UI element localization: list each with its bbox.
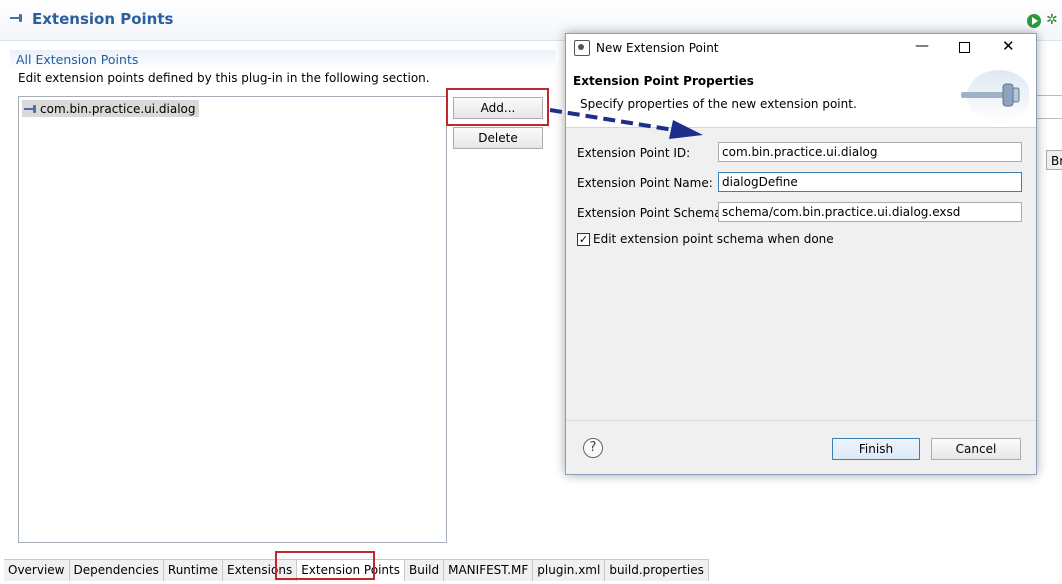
extension-point-icon bbox=[10, 13, 24, 23]
background-field-edge bbox=[1037, 118, 1062, 119]
extension-points-tree[interactable] bbox=[18, 96, 447, 543]
tab-build-properties[interactable]: build.properties bbox=[605, 560, 709, 581]
extension-point-id-field[interactable] bbox=[718, 142, 1022, 162]
edit-schema-checkbox-label[interactable]: Edit extension point schema when done bbox=[593, 232, 834, 246]
tab-dependencies[interactable]: Dependencies bbox=[69, 560, 164, 581]
dialog-title: New Extension Point bbox=[596, 41, 719, 55]
gear-icon[interactable]: ✲ bbox=[1046, 12, 1058, 28]
tab-manifest-mf[interactable]: MANIFEST.MF bbox=[444, 560, 534, 581]
run-icon[interactable] bbox=[1027, 14, 1041, 28]
extension-point-name-field[interactable] bbox=[718, 172, 1022, 192]
banner-title: Extension Point Properties bbox=[573, 74, 754, 88]
extension-point-icon bbox=[24, 104, 38, 114]
finish-button[interactable]: Finish bbox=[832, 438, 920, 460]
delete-button[interactable]: Delete bbox=[453, 127, 543, 149]
extension-point-banner-icon bbox=[961, 70, 1029, 122]
maximize-icon[interactable] bbox=[959, 42, 970, 53]
background-field-edge bbox=[1037, 95, 1062, 96]
close-icon[interactable]: ✕ bbox=[1002, 38, 1015, 54]
cancel-button[interactable]: Cancel bbox=[931, 438, 1021, 460]
extension-point-id-label: Extension Point ID: bbox=[577, 146, 691, 160]
section-description: Edit extension points defined by this pl… bbox=[18, 71, 430, 85]
eclipse-app-icon bbox=[574, 40, 590, 56]
dialog-separator bbox=[566, 420, 1036, 421]
edit-schema-checkbox[interactable]: ✓ bbox=[577, 233, 590, 246]
tab-overview[interactable]: Overview bbox=[4, 560, 70, 581]
tree-item[interactable]: com.bin.practice.ui.dialog bbox=[22, 100, 199, 117]
active-tab-highlight bbox=[275, 551, 375, 580]
tab-build[interactable]: Build bbox=[404, 560, 445, 581]
extension-point-schema-field[interactable] bbox=[718, 202, 1022, 222]
tree-item-label: com.bin.practice.ui.dialog bbox=[40, 101, 196, 116]
help-icon[interactable]: ? bbox=[583, 438, 603, 458]
section-title[interactable]: All Extension Points bbox=[16, 52, 138, 67]
annotation-arrow bbox=[549, 108, 703, 139]
tab-runtime[interactable]: Runtime bbox=[163, 560, 224, 581]
tab-plugin-xml[interactable]: plugin.xml bbox=[533, 560, 606, 581]
page-title: Extension Points bbox=[32, 10, 174, 28]
extension-point-name-label: Extension Point Name: bbox=[577, 176, 713, 190]
browse-button-partial[interactable]: Br bbox=[1046, 150, 1062, 170]
add-button-highlight bbox=[446, 88, 549, 126]
extension-point-schema-label: Extension Point Schema: bbox=[577, 206, 726, 220]
minimize-icon[interactable]: — bbox=[914, 39, 930, 55]
